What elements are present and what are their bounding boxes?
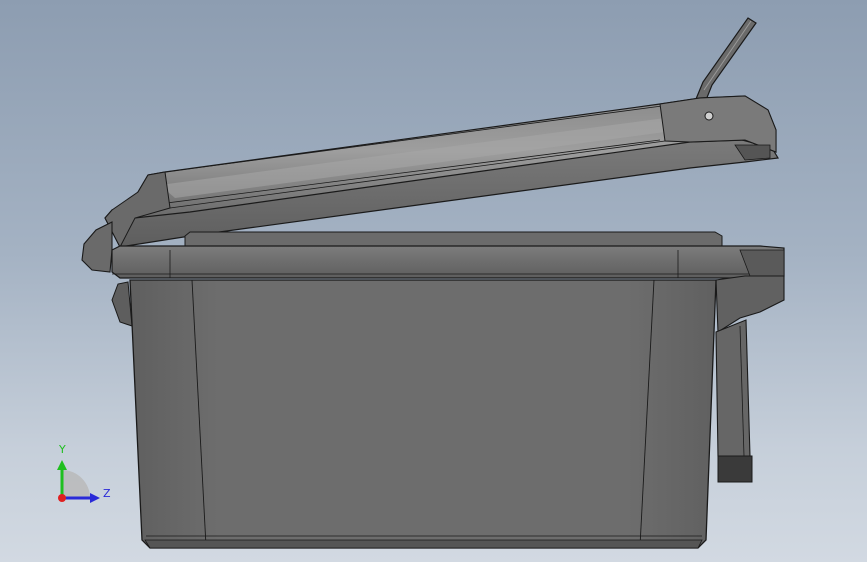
model-view[interactable] <box>0 0 867 562</box>
coordinate-triad: Y Z <box>48 440 118 510</box>
triad-plane <box>62 470 90 498</box>
lid[interactable] <box>104 95 779 249</box>
hinge-pin-icon <box>704 111 714 121</box>
y-axis-label: Y <box>59 443 66 456</box>
origin-dot-icon <box>58 494 66 502</box>
box-rim[interactable] <box>111 245 785 279</box>
z-axis-label: Z <box>103 487 111 500</box>
right-latch[interactable] <box>715 275 785 483</box>
box-body[interactable] <box>129 279 717 549</box>
lid-handle-wire[interactable] <box>695 17 757 101</box>
latch-foot <box>717 455 753 483</box>
graphics-viewport[interactable]: Y Z <box>0 0 867 562</box>
